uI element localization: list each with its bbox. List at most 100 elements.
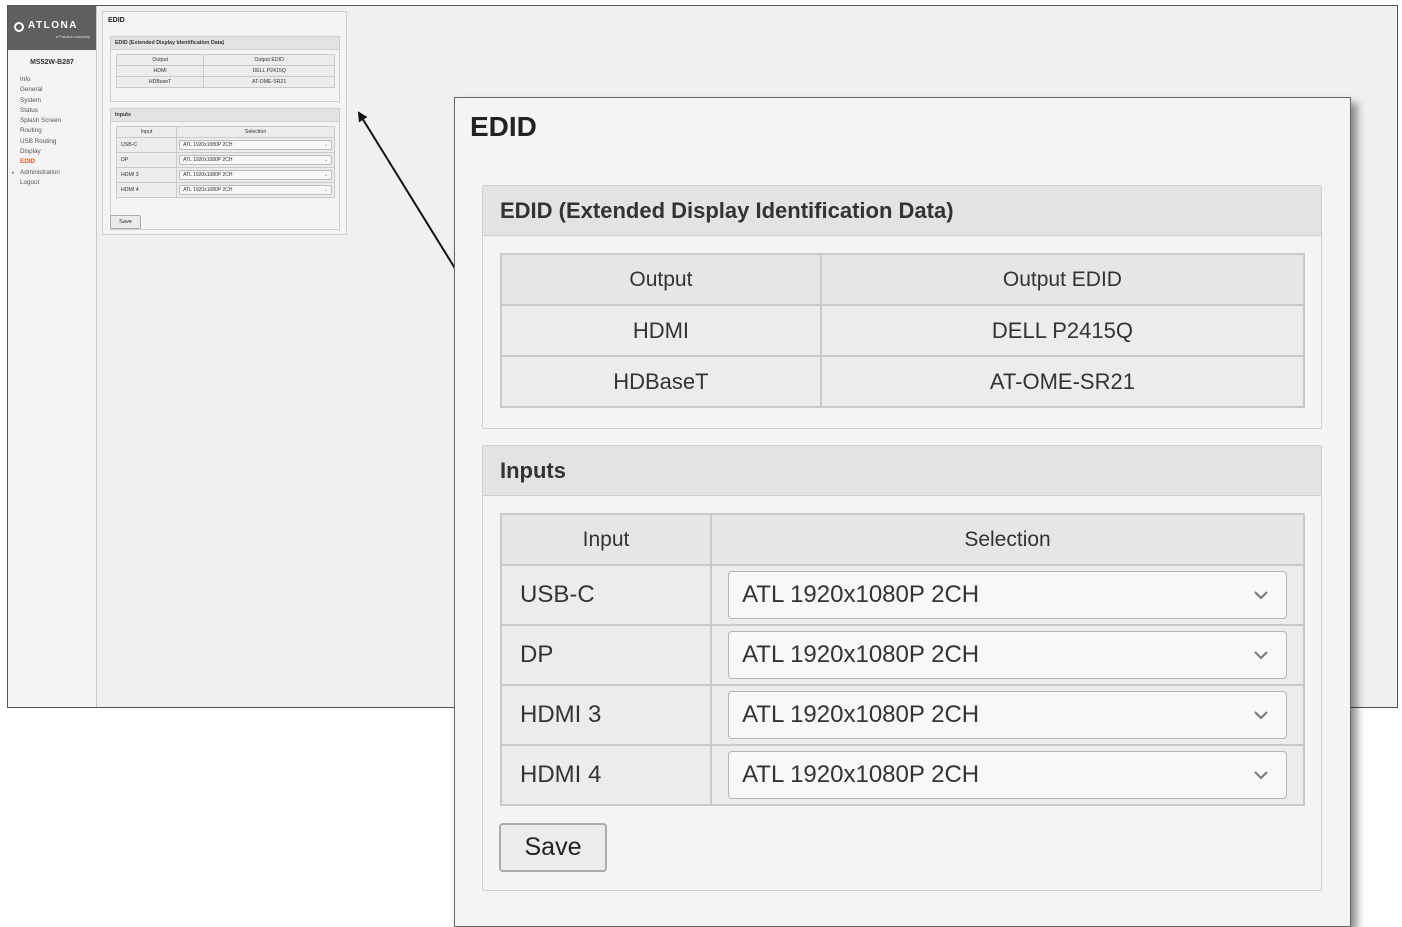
sidebar-item-splash-screen[interactable]: Splash Screen xyxy=(20,116,96,126)
column-header-input: Input xyxy=(499,513,713,566)
column-header-output-edid: Output EDID xyxy=(819,253,1306,306)
input-cell: HDMI 3 xyxy=(115,167,178,183)
edid-select[interactable]: ATL 1920x1080P 2CH ⌄ xyxy=(179,140,332,150)
table-row: HDMI 3 ATL 1920x1080P 2CH xyxy=(499,684,1305,746)
table-row: HDMI 3 ATL 1920x1080P 2CH ⌄ xyxy=(115,167,335,183)
chevron-down-icon xyxy=(1254,651,1268,660)
select-value: ATL 1920x1080P 2CH xyxy=(183,172,233,178)
select-value: ATL 1920x1080P 2CH xyxy=(742,701,980,728)
save-button[interactable]: Save xyxy=(499,823,607,872)
sidebar-item-routing[interactable]: Routing xyxy=(20,126,96,136)
sidebar-item-usb-routing[interactable]: USB Routing xyxy=(20,137,96,147)
edid-select-hdmi-3[interactable]: ATL 1920x1080P 2CH xyxy=(728,691,1287,739)
edid-select-usb-c[interactable]: ATL 1920x1080P 2CH xyxy=(728,571,1287,619)
edid-box-header: EDID (Extended Display Identification Da… xyxy=(483,186,1321,236)
sidebar-item-status[interactable]: Status xyxy=(20,106,96,116)
column-header-output: Output xyxy=(500,253,822,306)
selection-cell: ATL 1920x1080P 2CH xyxy=(710,684,1305,746)
brand-name: ATLONA xyxy=(28,20,78,31)
chevron-down-icon: ⌄ xyxy=(323,157,328,163)
table-row: DP ATL 1920x1080P 2CH xyxy=(499,624,1305,686)
logo-bar: ATLONA a Panduit company xyxy=(8,6,96,50)
edid-cell: DELL P2415Q xyxy=(203,65,335,77)
sidebar-item-logout[interactable]: Logout xyxy=(20,178,96,188)
edid-select[interactable]: ATL 1920x1080P 2CH ⌄ xyxy=(179,185,332,195)
selection-cell: ATL 1920x1080P 2CH ⌄ xyxy=(176,167,335,183)
select-value: ATL 1920x1080P 2CH xyxy=(742,761,980,788)
column-header: Input xyxy=(115,126,178,138)
select-value: ATL 1920x1080P 2CH xyxy=(742,641,980,668)
edid-select-dp[interactable]: ATL 1920x1080P 2CH xyxy=(728,631,1287,679)
mini-inputs-box-header: Inputs xyxy=(111,109,339,122)
table-row: HDBaseT AT-OME-SR21 xyxy=(115,76,335,88)
table-header-row: Input Selection xyxy=(499,513,1305,566)
table-header-row: Output Output EDID xyxy=(500,253,1306,306)
input-cell: HDMI 4 xyxy=(499,744,713,806)
selection-cell: ATL 1920x1080P 2CH ⌄ xyxy=(176,182,335,198)
selection-cell: ATL 1920x1080P 2CH xyxy=(710,624,1305,686)
selection-cell: ATL 1920x1080P 2CH ⌄ xyxy=(176,152,335,168)
sidebar-item-general[interactable]: General xyxy=(20,85,96,95)
column-header-selection: Selection xyxy=(710,513,1305,566)
device-model: MS52W-B287 xyxy=(30,59,74,66)
column-header: Selection xyxy=(176,126,335,138)
zoomed-edid-panel: EDID EDID (Extended Display Identificati… xyxy=(454,97,1351,927)
sidebar-item-display[interactable]: Display xyxy=(20,147,96,157)
chevron-down-icon xyxy=(1254,711,1268,720)
table-row: HDMI DELL P2415Q xyxy=(500,304,1306,357)
mini-page-title: EDID xyxy=(108,17,125,24)
select-value: ATL 1920x1080P 2CH xyxy=(742,581,980,608)
sidebar-item-edid[interactable]: EDID xyxy=(20,157,96,167)
mini-inputs-box: Inputs Input Selection USB-C ATL 1920x10… xyxy=(110,108,340,230)
sidebar-item-label: Administration xyxy=(20,168,60,176)
edid-cell: AT-OME-SR21 xyxy=(203,76,335,88)
table-row: USB-C ATL 1920x1080P 2CH xyxy=(499,564,1305,626)
input-cell: DP xyxy=(115,152,178,168)
chevron-down-icon xyxy=(1254,771,1268,780)
sidebar-item-info[interactable]: Info xyxy=(20,75,96,85)
chevron-down-icon: ⌄ xyxy=(323,142,328,148)
edid-select[interactable]: ATL 1920x1080P 2CH ⌄ xyxy=(179,170,332,180)
mini-edid-box-header: EDID (Extended Display Identification Da… xyxy=(111,37,339,50)
sidebar-item-system[interactable]: System xyxy=(20,96,96,106)
input-cell: HDMI 3 xyxy=(499,684,713,746)
table-row: DP ATL 1920x1080P 2CH ⌄ xyxy=(115,152,335,168)
selection-cell: ATL 1920x1080P 2CH ⌄ xyxy=(176,137,335,153)
sidebar-nav: Info General System Status Splash Screen… xyxy=(8,75,96,188)
edid-cell: DELL P2415Q xyxy=(819,304,1306,357)
output-cell: HDMI xyxy=(500,304,822,357)
table-header-row: Input Selection xyxy=(115,126,335,138)
input-cell: USB-C xyxy=(115,137,178,153)
column-header: Output EDID xyxy=(203,54,335,66)
select-value: ATL 1920x1080P 2CH xyxy=(183,187,233,193)
selection-cell: ATL 1920x1080P 2CH xyxy=(710,744,1305,806)
column-header: Output xyxy=(115,54,205,66)
inputs-box: Inputs Input Selection USB-C ATL 1920x10… xyxy=(482,445,1322,891)
selection-cell: ATL 1920x1080P 2CH xyxy=(710,564,1305,626)
chevron-down-icon: ⌄ xyxy=(323,172,328,178)
mini-edid-box: EDID (Extended Display Identification Da… xyxy=(110,36,340,102)
table-row: HDBaseT AT-OME-SR21 xyxy=(500,355,1306,408)
table-row: HDMI 4 ATL 1920x1080P 2CH ⌄ xyxy=(115,182,335,198)
table-row: USB-C ATL 1920x1080P 2CH ⌄ xyxy=(115,137,335,153)
sidebar-item-administration[interactable]: ▸ Administration xyxy=(12,168,96,178)
input-cell: HDMI 4 xyxy=(115,182,178,198)
input-cell: USB-C xyxy=(499,564,713,626)
sidebar: ATLONA a Panduit company MS52W-B287 Info… xyxy=(8,6,97,707)
output-cell: HDMI xyxy=(115,65,205,77)
mini-save-button[interactable]: Save xyxy=(110,215,141,229)
mini-inputs-table: Input Selection USB-C ATL 1920x1080P 2CH… xyxy=(115,126,335,198)
table-header-row: Output Output EDID xyxy=(115,54,335,66)
edid-select[interactable]: ATL 1920x1080P 2CH ⌄ xyxy=(179,155,332,165)
inputs-table: Input Selection USB-C ATL 1920x1080P 2CH… xyxy=(499,513,1305,806)
select-value: ATL 1920x1080P 2CH xyxy=(183,142,233,148)
mini-edid-table: Output Output EDID HDMI DELL P2415Q HDBa… xyxy=(115,54,335,88)
atlona-logo-icon xyxy=(14,22,24,32)
chevron-down-icon xyxy=(1254,591,1268,600)
brand-tagline: a Panduit company xyxy=(55,34,90,39)
edid-table: Output Output EDID HDMI DELL P2415Q HDBa… xyxy=(500,253,1306,408)
mini-edid-panel: EDID EDID (Extended Display Identificati… xyxy=(102,11,347,235)
chevron-down-icon: ⌄ xyxy=(323,187,328,193)
select-value: ATL 1920x1080P 2CH xyxy=(183,157,233,163)
edid-select-hdmi-4[interactable]: ATL 1920x1080P 2CH xyxy=(728,751,1287,799)
